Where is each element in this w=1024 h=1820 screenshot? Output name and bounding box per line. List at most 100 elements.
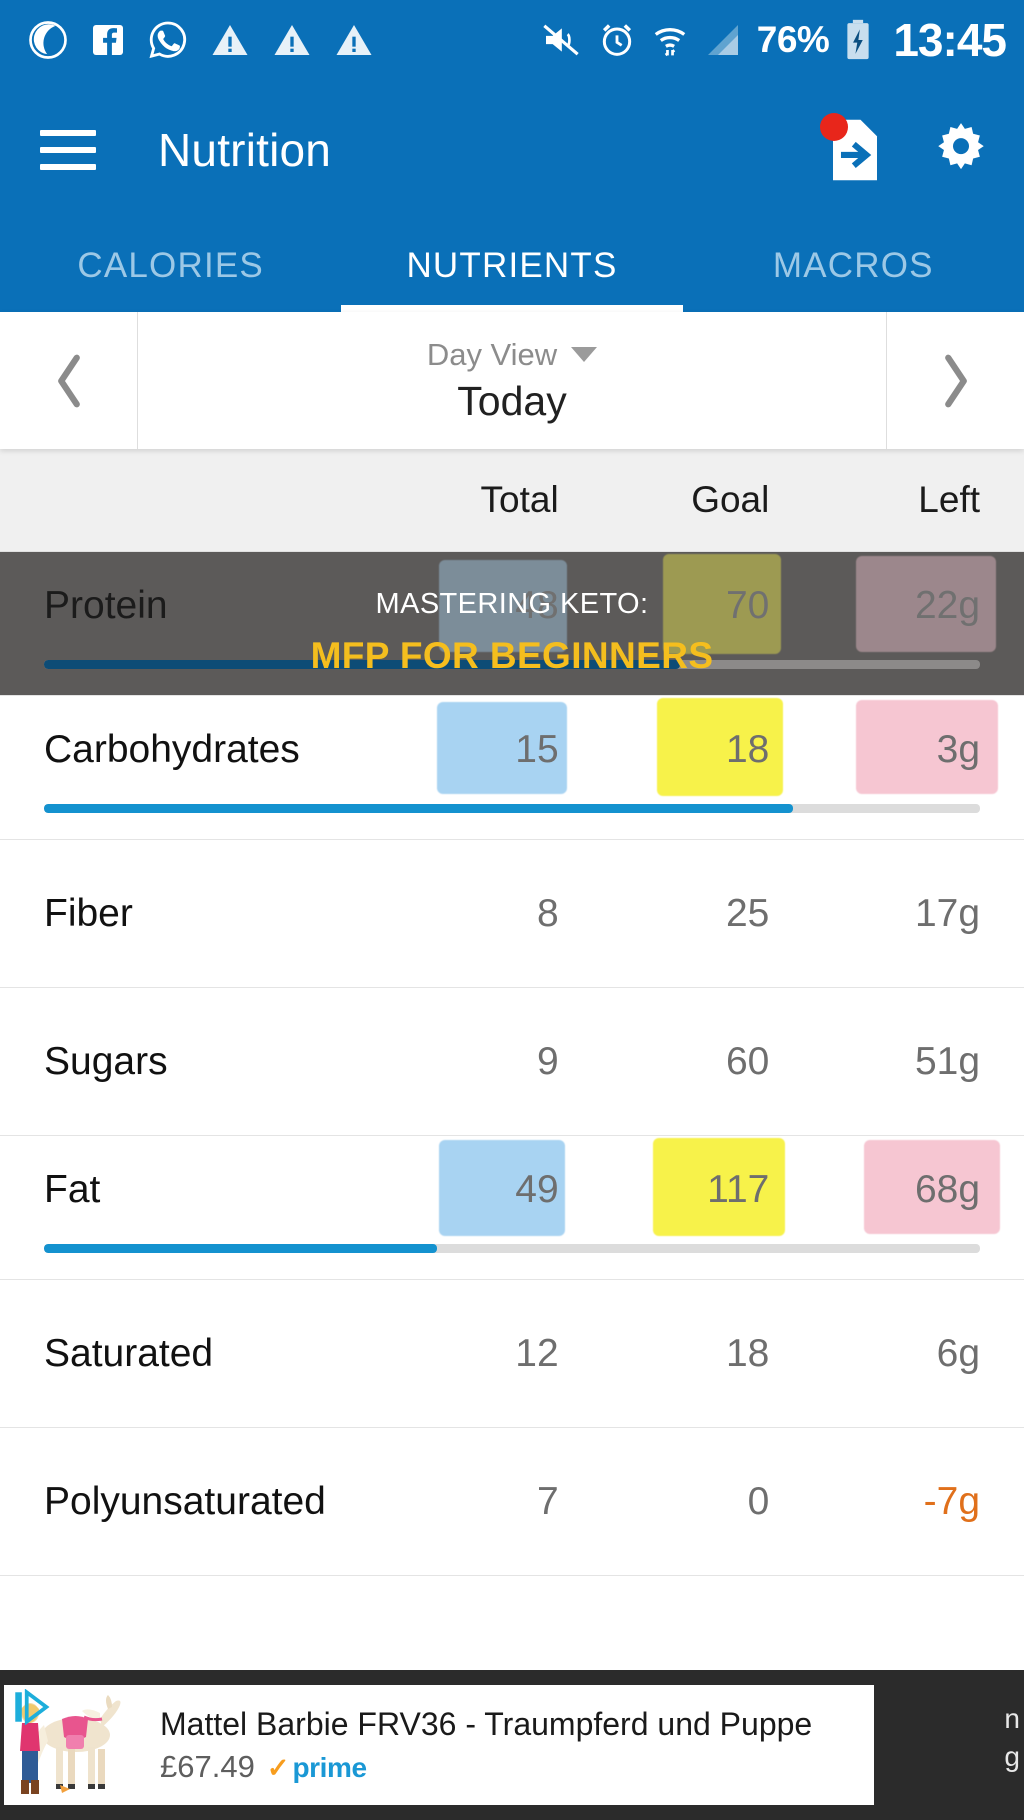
progress-bar-track <box>44 804 980 813</box>
progress-bar-fill <box>44 804 793 813</box>
chevron-right-icon <box>944 354 967 407</box>
nutrient-left: 17g <box>914 891 981 935</box>
status-bar: 76% 13:45 <box>0 0 1024 80</box>
table-row[interactable]: Carbohydrates 15 18 3g <box>0 696 1024 840</box>
tab-macros[interactable]: MACROS <box>683 220 1024 312</box>
warning-triangle-icon <box>274 25 310 55</box>
moon-icon <box>29 21 67 59</box>
tab-nutrients-label: NUTRIENTS <box>406 246 618 285</box>
ad-title: Mattel Barbie FRV36 - Traumpferd und Pup… <box>160 1705 813 1742</box>
status-bar-left-icons <box>28 20 374 60</box>
nutrient-name: Protein <box>44 584 168 627</box>
row-content: Fiber 8 25 17g <box>44 840 1024 987</box>
row-content: Polyunsaturated 7 0 -7g <box>44 1428 1024 1575</box>
nutrient-name: Carbohydrates <box>44 728 300 771</box>
notification-badge <box>820 113 848 141</box>
ad-price-row: £67.49 ✓ prime <box>160 1749 812 1785</box>
export-document-button[interactable] <box>820 113 884 183</box>
day-view-row: Day View <box>426 336 598 373</box>
tab-macros-label: MACROS <box>772 246 934 285</box>
column-header-total: Total <box>480 479 559 520</box>
nutrient-left: 51g <box>914 1039 981 1083</box>
nutrient-goal: 18 <box>725 1331 770 1375</box>
status-bar-clock: 13:45 <box>893 14 1007 66</box>
nutrient-name: Fat <box>44 1168 101 1211</box>
nutrient-total: 9 <box>536 1039 559 1083</box>
nutrient-total: 8 <box>536 891 559 935</box>
table-row[interactable]: Saturated 12 18 6g <box>0 1280 1024 1428</box>
row-content: Fat 49 117 68g <box>44 1136 1024 1244</box>
status-bar-right-icons: 76% 13:45 <box>539 13 1007 67</box>
page-title: Nutrition <box>158 124 332 176</box>
nutrient-goal: 18 <box>581 698 792 796</box>
previous-day-button[interactable] <box>0 312 137 449</box>
nutrient-left: 3g <box>791 700 1024 794</box>
table-row[interactable]: Sugars 9 60 51g <box>0 988 1024 1136</box>
nutrient-goal: 0 <box>747 1479 770 1523</box>
caret-down-icon <box>571 347 598 362</box>
app-bar: Nutrition <box>0 80 1024 220</box>
nutrient-left: -7g <box>923 1479 981 1523</box>
warning-triangle-icon <box>212 25 248 55</box>
ad-product-image <box>4 1685 140 1805</box>
nutrient-left: 68g <box>791 1140 1024 1234</box>
nutrient-total: 12 <box>515 1331 559 1375</box>
progress-bar-track <box>44 1244 980 1253</box>
advertisement-banner[interactable]: Mattel Barbie FRV36 - Traumpferd und Pup… <box>0 1670 1024 1820</box>
column-header-left: Left <box>918 479 981 520</box>
nutrient-left: 22g <box>791 556 1024 652</box>
nutrient-total: 49 <box>370 1140 581 1236</box>
warning-triangle-icon <box>336 25 372 55</box>
day-view-selector[interactable]: Day View Today <box>137 312 887 449</box>
app-bar-actions <box>820 113 992 183</box>
nutrient-goal: 117 <box>581 1138 792 1236</box>
nutrient-name: Saturated <box>44 1331 214 1375</box>
ad-edge-text-1: n <box>1004 1703 1020 1734</box>
gear-icon <box>938 123 984 170</box>
ad-text-block: Mattel Barbie FRV36 - Traumpferd und Pup… <box>140 1706 812 1785</box>
day-view-label: Day View <box>426 336 558 372</box>
nutrient-goal: 25 <box>725 891 770 935</box>
settings-button[interactable] <box>930 119 992 181</box>
column-header-goal: Goal <box>691 479 770 520</box>
ad-choices-icon[interactable] <box>10 1689 50 1725</box>
chevron-left-icon <box>57 354 80 407</box>
nutrient-left: 6g <box>936 1331 981 1375</box>
prime-label: prime <box>292 1752 367 1783</box>
row-content: Saturated 12 18 6g <box>44 1280 1024 1427</box>
wifi-icon <box>654 28 686 57</box>
nutrient-name: Fiber <box>44 891 133 935</box>
nutrient-total: 15 <box>370 702 581 794</box>
ad-edge-text-2: g <box>1004 1741 1020 1772</box>
nutrient-table: MASTERING KETO: MFP FOR BEGINNERS Protei… <box>0 552 1024 1576</box>
next-day-button[interactable] <box>887 312 1024 449</box>
ad-card[interactable]: Mattel Barbie FRV36 - Traumpferd und Pup… <box>4 1685 874 1805</box>
battery-percent-label: 76% <box>756 19 830 60</box>
alarm-clock-icon <box>602 24 631 56</box>
row-content: Protein 48 70 22g <box>44 552 1024 660</box>
nutrient-goal: 70 <box>581 554 792 654</box>
nutrient-name: Sugars <box>44 1039 168 1083</box>
nutrient-name: Polyunsaturated <box>44 1479 326 1523</box>
table-row[interactable]: Fat 49 117 68g <box>0 1136 1024 1280</box>
tab-calories-label: CALORIES <box>77 246 264 285</box>
nutrient-total: 7 <box>536 1479 559 1523</box>
hamburger-icon[interactable] <box>40 130 96 170</box>
row-content: Carbohydrates 15 18 3g <box>44 696 1024 804</box>
progress-bar-track <box>44 660 980 669</box>
table-row[interactable]: Fiber 8 25 17g <box>0 840 1024 988</box>
signal-icon <box>707 25 738 55</box>
nutrient-goal: 60 <box>725 1039 770 1083</box>
progress-bar-fill <box>44 1244 438 1253</box>
table-row[interactable]: MASTERING KETO: MFP FOR BEGINNERS Protei… <box>0 552 1024 696</box>
tab-calories[interactable]: CALORIES <box>0 220 341 312</box>
tab-bar: CALORIES NUTRIENTS MACROS <box>0 220 1024 312</box>
prime-badge: ✓ prime <box>267 1752 367 1784</box>
ad-price: £67.49 <box>160 1748 255 1784</box>
day-selector-bar: Day View Today <box>0 312 1024 449</box>
nutrient-total: 48 <box>370 560 581 652</box>
current-day-label: Today <box>457 377 567 424</box>
table-row[interactable]: Polyunsaturated 7 0 -7g <box>0 1428 1024 1576</box>
tab-nutrients[interactable]: NUTRIENTS <box>341 220 683 312</box>
prime-check-icon: ✓ <box>266 1752 290 1783</box>
